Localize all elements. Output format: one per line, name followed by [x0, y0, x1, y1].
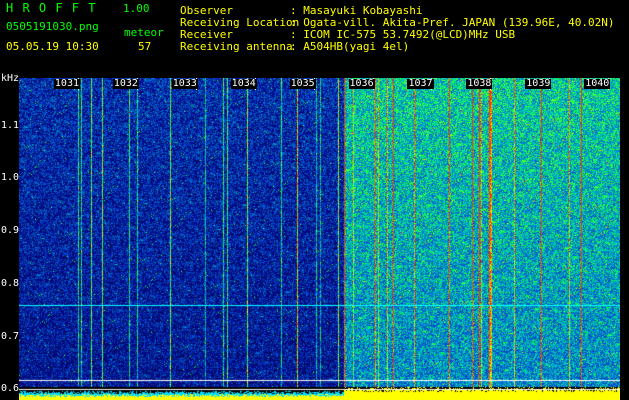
minute-tick-label: 1035	[289, 78, 316, 89]
minute-tick-label: 1039	[525, 78, 552, 89]
datetime: 05.05.19 10:30	[6, 40, 99, 53]
minute-tick-label: 1040	[584, 78, 611, 89]
minute-tick-label: 1038	[466, 78, 493, 89]
y-tick-label: 1.1	[1, 119, 20, 131]
app-logo: H R O F F T	[6, 1, 97, 15]
header-panel: H R O F F T 1.00 0505191030.png meteor 0…	[0, 0, 629, 78]
y-tick-label: 1.0	[1, 172, 20, 184]
meteor-count: 57	[138, 40, 152, 53]
y-tick-label: 0.7	[1, 330, 20, 342]
file-name: 0505191030.png	[6, 20, 99, 33]
y-tick-label: 0.8	[1, 277, 20, 289]
meteor-label: meteor	[124, 26, 164, 39]
minute-tick-label: 1033	[171, 78, 198, 89]
minute-tick-label: 1031	[53, 78, 80, 89]
y-tick-label: 0.9	[1, 225, 20, 237]
y-axis: 1.1 1.0 0.9 0.8 0.7 0.6	[0, 78, 19, 400]
info-value-antenna: : A504HB(yagi 4el)	[290, 40, 410, 53]
app-version: 1.00	[123, 2, 150, 15]
spectrogram-plot	[19, 78, 620, 400]
minute-tick-label: 1034	[230, 78, 257, 89]
y-tick-label: 0.6	[1, 383, 20, 395]
minute-tick-label: 1036	[348, 78, 375, 89]
minute-tick-label: 1032	[112, 78, 139, 89]
info-key-antenna: Receiving antenna	[180, 40, 293, 53]
minute-tick-label: 1037	[407, 78, 434, 89]
